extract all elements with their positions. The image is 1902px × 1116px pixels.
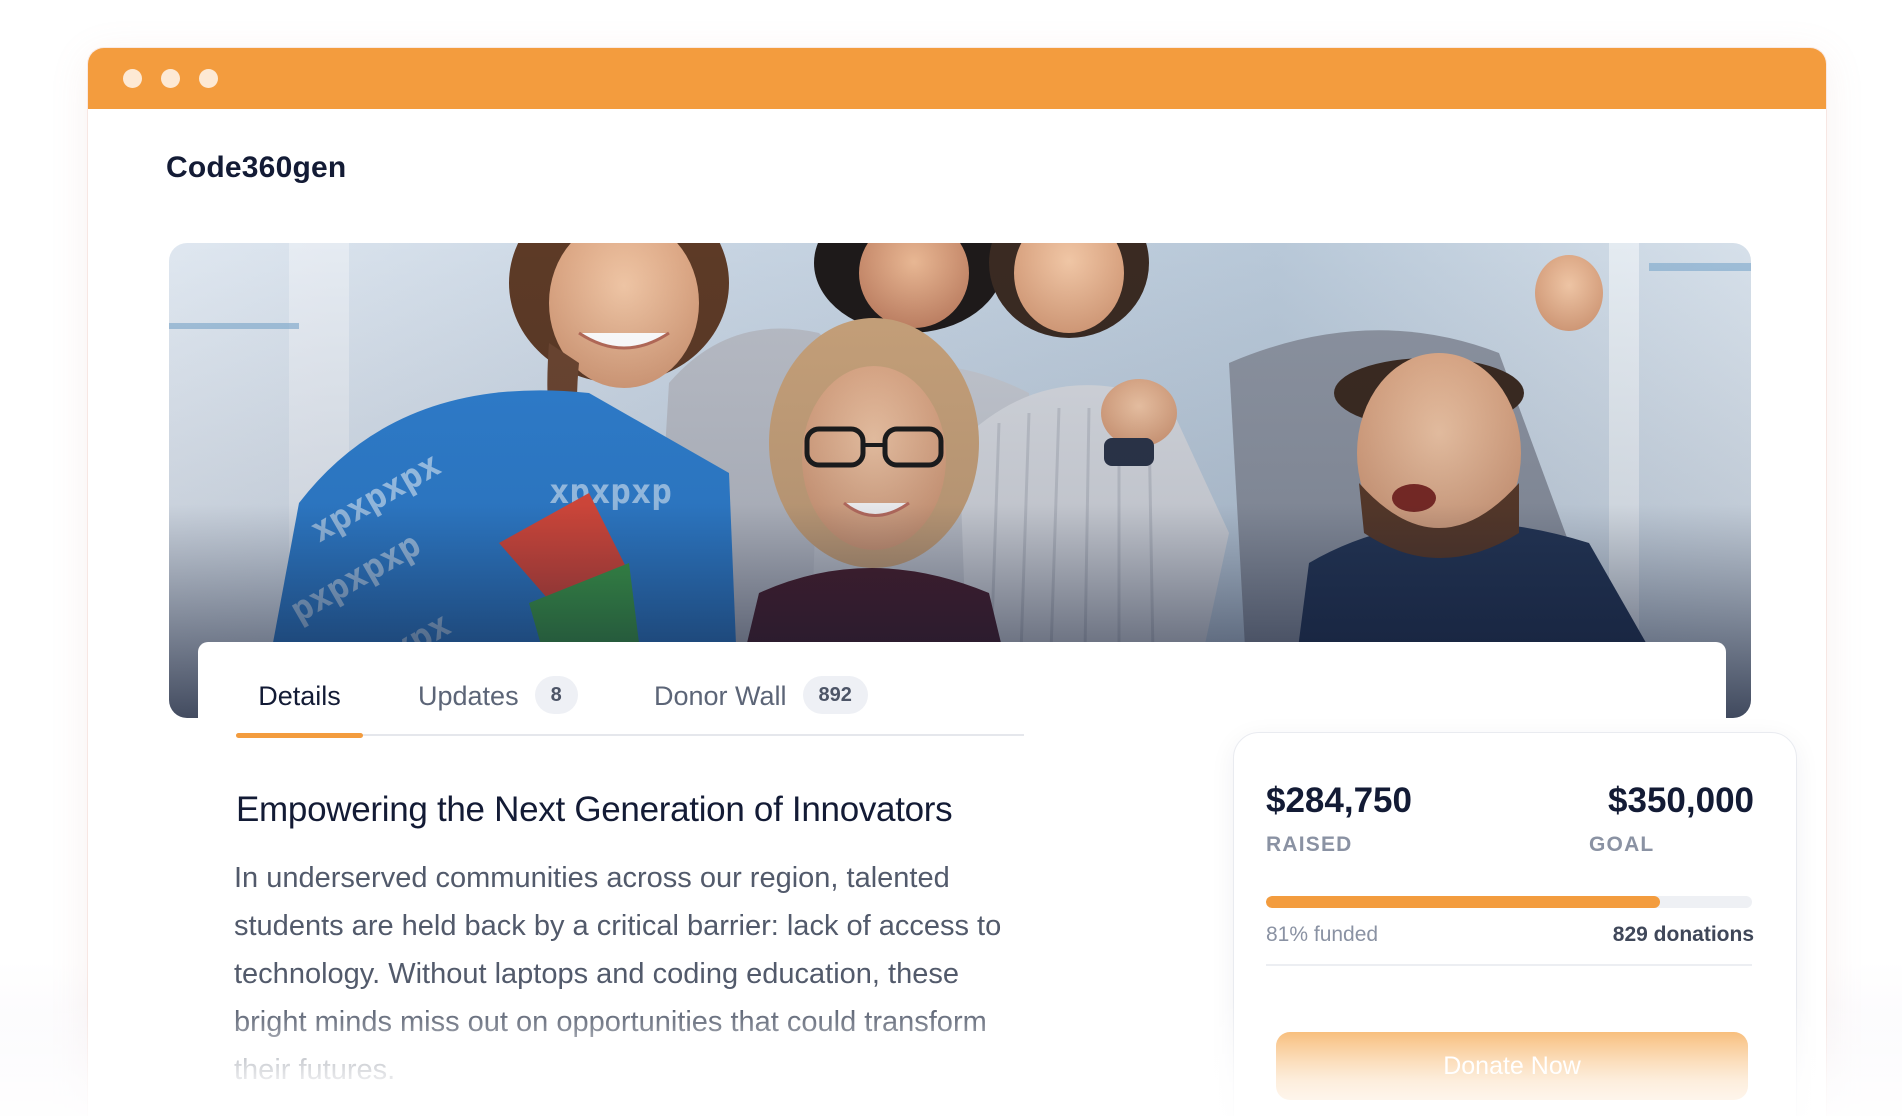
- active-tab-indicator: [236, 733, 363, 738]
- brand-logo-text[interactable]: Code360gen: [166, 151, 346, 185]
- funding-progress-fill: [1266, 896, 1660, 908]
- donor-count-badge: 892: [802, 676, 868, 714]
- tab-label: Updates: [418, 681, 519, 711]
- window-dot-icon: [199, 69, 218, 88]
- campaign-title: Empowering the Next Generation of Innova…: [236, 790, 953, 829]
- funding-stats-card: $284,750 RAISED $350,000 GOAL 81% funded…: [1233, 732, 1797, 1116]
- raised-amount: $284,750: [1266, 781, 1412, 820]
- donations-count-text: 829 donations: [1612, 923, 1754, 946]
- updates-count-badge: 8: [534, 676, 578, 714]
- tab-label: Donor Wall: [654, 681, 787, 711]
- tab-details[interactable]: Details: [236, 678, 363, 738]
- funded-percent-text: 81% funded: [1266, 923, 1379, 946]
- goal-amount: $350,000: [1608, 781, 1754, 820]
- donate-now-button[interactable]: Donate Now: [1276, 1032, 1748, 1100]
- window-dot-icon: [123, 69, 142, 88]
- tab-label: Details: [258, 681, 341, 711]
- goal-label: GOAL: [1589, 833, 1655, 856]
- browser-window: Code360gen Details Updates 8 Donor Wall …: [88, 48, 1826, 1116]
- window-titlebar: [88, 48, 1826, 109]
- tab-bar: Details Updates 8 Donor Wall 892: [236, 676, 1024, 738]
- tab-updates[interactable]: Updates 8: [418, 676, 578, 734]
- window-dot-icon: [161, 69, 180, 88]
- campaign-description: In underserved communities across our re…: [234, 862, 1002, 1086]
- tab-donor-wall[interactable]: Donor Wall 892: [654, 676, 868, 734]
- stats-divider: [1266, 964, 1752, 966]
- raised-label: RAISED: [1266, 833, 1353, 856]
- funding-progress-bar: [1266, 896, 1752, 908]
